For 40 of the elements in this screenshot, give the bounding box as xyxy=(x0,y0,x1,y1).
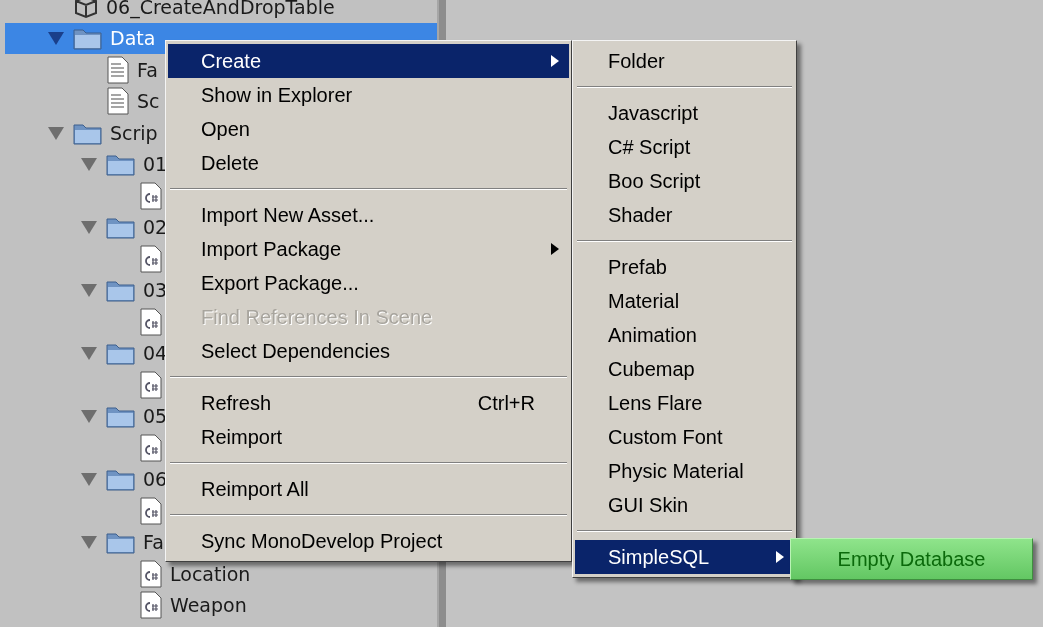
menu-item-label: Reimport All xyxy=(201,477,310,501)
tree-item-label: Scrip xyxy=(110,121,158,144)
tree-item-label: Weapon xyxy=(170,594,247,617)
menu-item-label: C# Script xyxy=(608,135,692,159)
menu-item-label: Show in Explorer xyxy=(201,83,354,107)
menu-item-label: SimpleSQL xyxy=(608,545,711,569)
tree-item-label: 06_CreateAndDropTable xyxy=(106,0,335,18)
menu-item-label: Custom Font xyxy=(608,425,724,449)
menu-item-label: Cubemap xyxy=(608,357,696,381)
menu-item-label: Open xyxy=(201,117,251,141)
menu-item-label: Physic Material xyxy=(608,459,745,483)
shortcut-label: Ctrl+R xyxy=(477,391,535,415)
tree-item-label: Fa xyxy=(137,58,158,81)
tree-item-label: 03 xyxy=(143,279,168,302)
tree-item-label: 05 xyxy=(143,405,168,428)
menu-item-label: Boo Script xyxy=(608,169,702,193)
tree-item-label: Data xyxy=(110,27,156,50)
menu-item-label: Prefab xyxy=(608,255,668,279)
tree-item-label: 02 xyxy=(143,216,168,239)
menu-item-label: Animation xyxy=(608,323,698,347)
menu-item-label: Delete xyxy=(201,151,260,175)
menu-item-label: Shader xyxy=(608,203,674,227)
menu-item-label: Import Package xyxy=(201,237,343,261)
tree-item-label: 01 xyxy=(143,153,168,176)
menu-item-label: Refresh xyxy=(201,391,273,415)
menu-item-label: Sync MonoDevelop Project xyxy=(201,529,444,553)
menu-item-label: GUI Skin xyxy=(608,493,690,517)
menu-item-label: Folder xyxy=(608,49,666,73)
menu-item-label: Import New Asset... xyxy=(201,203,376,227)
menu-item-label: Material xyxy=(608,289,681,313)
menu-item-label: Javascript xyxy=(608,101,700,125)
menu-item-label: Reimport xyxy=(201,425,284,449)
menu-item-label: Select Dependencies xyxy=(201,339,391,363)
tree-item-label: 04 xyxy=(143,342,168,365)
tree-item-label: Sc xyxy=(137,90,160,113)
tree-item-label: Fa xyxy=(143,531,164,554)
menu-item-label: Lens Flare xyxy=(608,391,704,415)
menu-item-label: Export Package... xyxy=(201,271,360,295)
tree-item-label: Location xyxy=(170,562,251,585)
tree-item-label: 06 xyxy=(143,468,168,491)
